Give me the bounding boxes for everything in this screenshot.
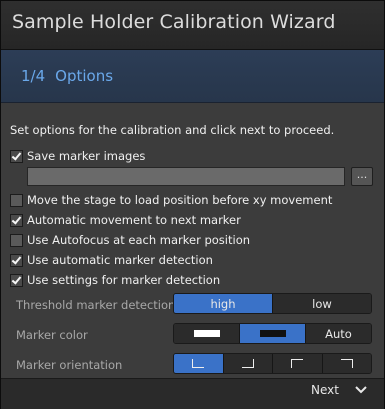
checkbox-label: Use automatic marker detection: [27, 253, 213, 267]
orientation-bottom-right-option[interactable]: [223, 354, 273, 373]
threshold-high-option[interactable]: high: [174, 294, 273, 313]
checkbox-label: Automatic movement to next marker: [27, 213, 241, 227]
browse-button[interactable]: ...: [351, 167, 373, 186]
save-path-input[interactable]: [27, 167, 345, 186]
checkbox-box[interactable]: [10, 193, 23, 207]
checkbox-box[interactable]: [10, 233, 23, 247]
threshold-label: Threshold marker detection: [16, 298, 176, 312]
checkbox-box[interactable]: [10, 273, 23, 287]
step-name: Options: [55, 67, 114, 85]
step-header: 1/4 Options: [1, 50, 384, 103]
checkbox-label: Save marker images: [27, 149, 146, 163]
top-left-corner-icon: [291, 359, 304, 368]
step-number: 1/4: [21, 67, 46, 85]
auto-move-checkbox[interactable]: Automatic movement to next marker: [10, 212, 241, 228]
checkbox-label: Move the stage to load position before x…: [27, 193, 333, 207]
marker-color-auto-option[interactable]: Auto: [306, 324, 371, 343]
marker-color-label: Marker color: [16, 328, 88, 342]
bottom-left-corner-icon: [192, 359, 205, 368]
marker-orientation-segmented-control[interactable]: [173, 353, 372, 374]
marker-color-black-option[interactable]: [240, 324, 306, 343]
black-swatch-icon: [259, 330, 286, 337]
checkbox-box[interactable]: [10, 253, 23, 267]
marker-color-white-option[interactable]: [174, 324, 240, 343]
step-indicator: 1/4 Options: [21, 67, 113, 85]
checkbox-box[interactable]: [10, 149, 23, 163]
white-swatch-icon: [193, 330, 220, 337]
checkbox-box[interactable]: [10, 213, 23, 227]
orientation-top-left-option[interactable]: [273, 354, 323, 373]
wizard-footer: Next: [1, 378, 384, 409]
title-bar: Sample Holder Calibration Wizard: [1, 1, 384, 50]
bottom-right-corner-icon: [241, 359, 254, 368]
orientation-top-right-option[interactable]: [322, 354, 371, 373]
marker-color-segmented-control[interactable]: Auto: [173, 323, 372, 344]
checkbox-label: Use settings for marker detection: [27, 273, 221, 287]
use-settings-checkbox[interactable]: Use settings for marker detection: [10, 272, 220, 288]
move-stage-checkbox[interactable]: Move the stage to load position before x…: [10, 192, 332, 208]
orientation-bottom-left-option[interactable]: [174, 354, 224, 373]
chevron-down-icon[interactable]: [354, 385, 368, 395]
auto-detection-checkbox[interactable]: Use automatic marker detection: [10, 252, 213, 268]
next-button[interactable]: Next: [311, 383, 339, 397]
use-autofocus-checkbox[interactable]: Use Autofocus at each marker position: [10, 232, 250, 248]
instructions-text: Set options for the calibration and clic…: [10, 123, 335, 137]
marker-orientation-label: Marker orientation: [16, 358, 123, 372]
threshold-low-option[interactable]: low: [273, 294, 371, 313]
save-marker-images-checkbox[interactable]: Save marker images: [10, 148, 145, 164]
top-right-corner-icon: [340, 359, 353, 368]
wizard-window: Sample Holder Calibration Wizard 1/4 Opti…: [0, 0, 385, 409]
threshold-segmented-control[interactable]: high low: [173, 293, 372, 314]
checkbox-label: Use Autofocus at each marker position: [27, 233, 251, 247]
window-title: Sample Holder Calibration Wizard: [12, 11, 336, 33]
